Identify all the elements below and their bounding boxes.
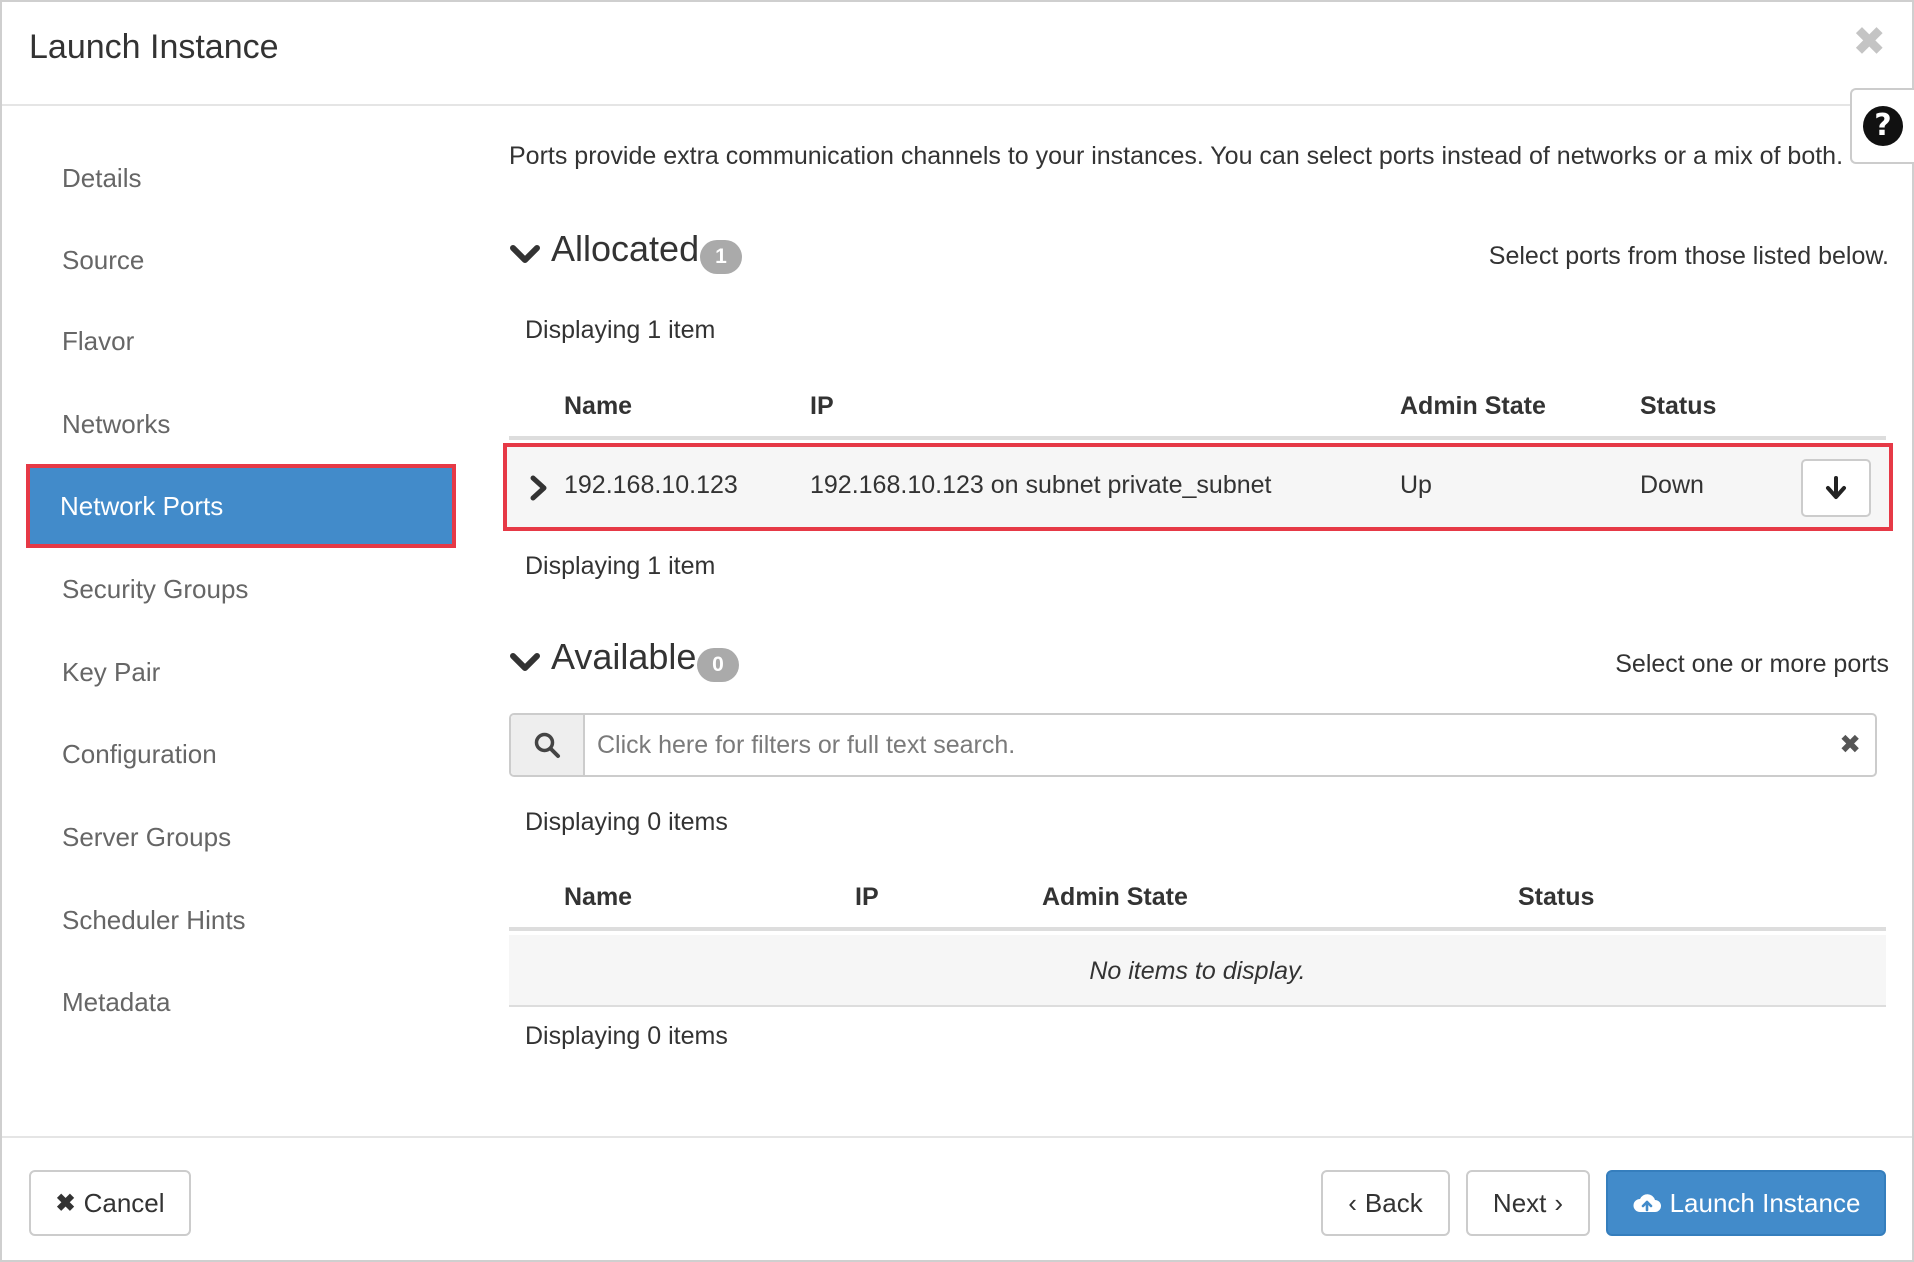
column-admin-state: Admin State: [1042, 883, 1188, 911]
available-section-header[interactable]: Available 0 Select one or more ports: [509, 636, 1889, 686]
allocated-port-row[interactable]: 192.168.10.123 192.168.10.123 on subnet …: [503, 443, 1893, 531]
port-name: 192.168.10.123: [564, 471, 738, 499]
chevron-right-icon[interactable]: [527, 473, 551, 503]
sidebar-item-network-ports[interactable]: Network Ports: [26, 464, 456, 548]
dialog-footer: ✖ Cancel ‹ Back Next › Launch Instance: [2, 1136, 1912, 1262]
sidebar-item-networks[interactable]: Networks: [32, 389, 452, 459]
sidebar-item-metadata[interactable]: Metadata: [32, 967, 452, 1037]
column-name: Name: [564, 883, 633, 911]
available-display-count-top: Displaying 0 items: [525, 808, 728, 836]
sidebar-item-server-groups[interactable]: Server Groups: [32, 802, 452, 872]
sidebar-item-scheduler-hints[interactable]: Scheduler Hints: [32, 885, 452, 955]
column-admin-state: Admin State: [1400, 392, 1546, 420]
port-status: Down: [1640, 471, 1704, 499]
dialog-header: Launch Instance ✖: [2, 2, 1912, 106]
cancel-label: Cancel: [83, 1187, 165, 1218]
sidebar-item-configuration[interactable]: Configuration: [32, 719, 452, 789]
wizard-sidebar: Details Source Flavor Networks Network P…: [2, 106, 472, 1136]
allocated-hint: Select ports from those listed below.: [1488, 242, 1889, 270]
column-name: Name: [564, 392, 633, 420]
back-label: Back: [1364, 1187, 1423, 1218]
close-icon[interactable]: ✖: [1852, 22, 1886, 62]
search-input[interactable]: [587, 715, 1807, 775]
chevron-left-icon: ‹: [1348, 1187, 1357, 1218]
column-ip: IP: [810, 392, 834, 420]
next-button[interactable]: Next ›: [1466, 1170, 1590, 1236]
intro-text: Ports provide extra communication channe…: [509, 142, 1844, 170]
allocated-section-header[interactable]: Allocated 1 Select ports from those list…: [509, 228, 1889, 278]
sidebar-item-security-groups[interactable]: Security Groups: [32, 554, 452, 624]
available-display-count-bottom: Displaying 0 items: [525, 1022, 728, 1050]
close-icon: ✖: [55, 1189, 76, 1217]
chevron-right-icon: ›: [1554, 1187, 1564, 1218]
allocated-display-count-top: Displaying 1 item: [525, 316, 716, 344]
sidebar-item-key-pair[interactable]: Key Pair: [32, 637, 452, 707]
back-button[interactable]: ‹ Back: [1321, 1170, 1450, 1236]
search-icon-addon: [511, 715, 585, 775]
cloud-upload-icon: [1633, 1194, 1661, 1212]
available-table-header: Name IP Admin State Status: [509, 875, 1886, 931]
search-icon: [534, 732, 560, 758]
cancel-button[interactable]: ✖ Cancel: [29, 1170, 191, 1236]
clear-search-icon[interactable]: ✖: [1839, 729, 1861, 759]
question-circle-icon: ?: [1863, 106, 1903, 146]
column-ip: IP: [855, 883, 879, 911]
sidebar-item-flavor[interactable]: Flavor: [32, 306, 452, 376]
chevron-down-icon: [510, 653, 540, 671]
port-ip: 192.168.10.123 on subnet private_subnet: [810, 471, 1272, 499]
sidebar-item-details[interactable]: Details: [32, 143, 452, 213]
help-button[interactable]: ?: [1850, 88, 1914, 164]
dialog-title: Launch Instance: [29, 28, 279, 66]
column-status: Status: [1518, 883, 1595, 911]
empty-table-message: No items to display.: [509, 935, 1886, 1007]
launch-instance-button[interactable]: Launch Instance: [1606, 1170, 1886, 1236]
allocated-count-badge: 1: [700, 240, 742, 274]
available-hint: Select one or more ports: [1615, 650, 1889, 678]
allocated-display-count-bottom: Displaying 1 item: [525, 552, 716, 580]
arrow-down-icon: [1826, 476, 1846, 499]
next-label: Next: [1492, 1187, 1547, 1218]
available-count-badge: 0: [697, 648, 739, 682]
allocated-title: Allocated: [551, 228, 700, 269]
port-admin-state: Up: [1400, 471, 1432, 499]
launch-label: Launch Instance: [1669, 1187, 1861, 1218]
filter-search-bar: ✖: [509, 713, 1877, 777]
chevron-down-icon: [510, 245, 540, 263]
available-title: Available: [551, 636, 697, 677]
column-status: Status: [1640, 392, 1717, 420]
deallocate-button[interactable]: [1801, 459, 1871, 517]
allocated-table-header: Name IP Admin State Status: [509, 384, 1886, 440]
sidebar-item-source[interactable]: Source: [32, 225, 452, 295]
launch-instance-dialog: Launch Instance ✖ ? Details Source Flavo…: [0, 0, 1914, 1262]
